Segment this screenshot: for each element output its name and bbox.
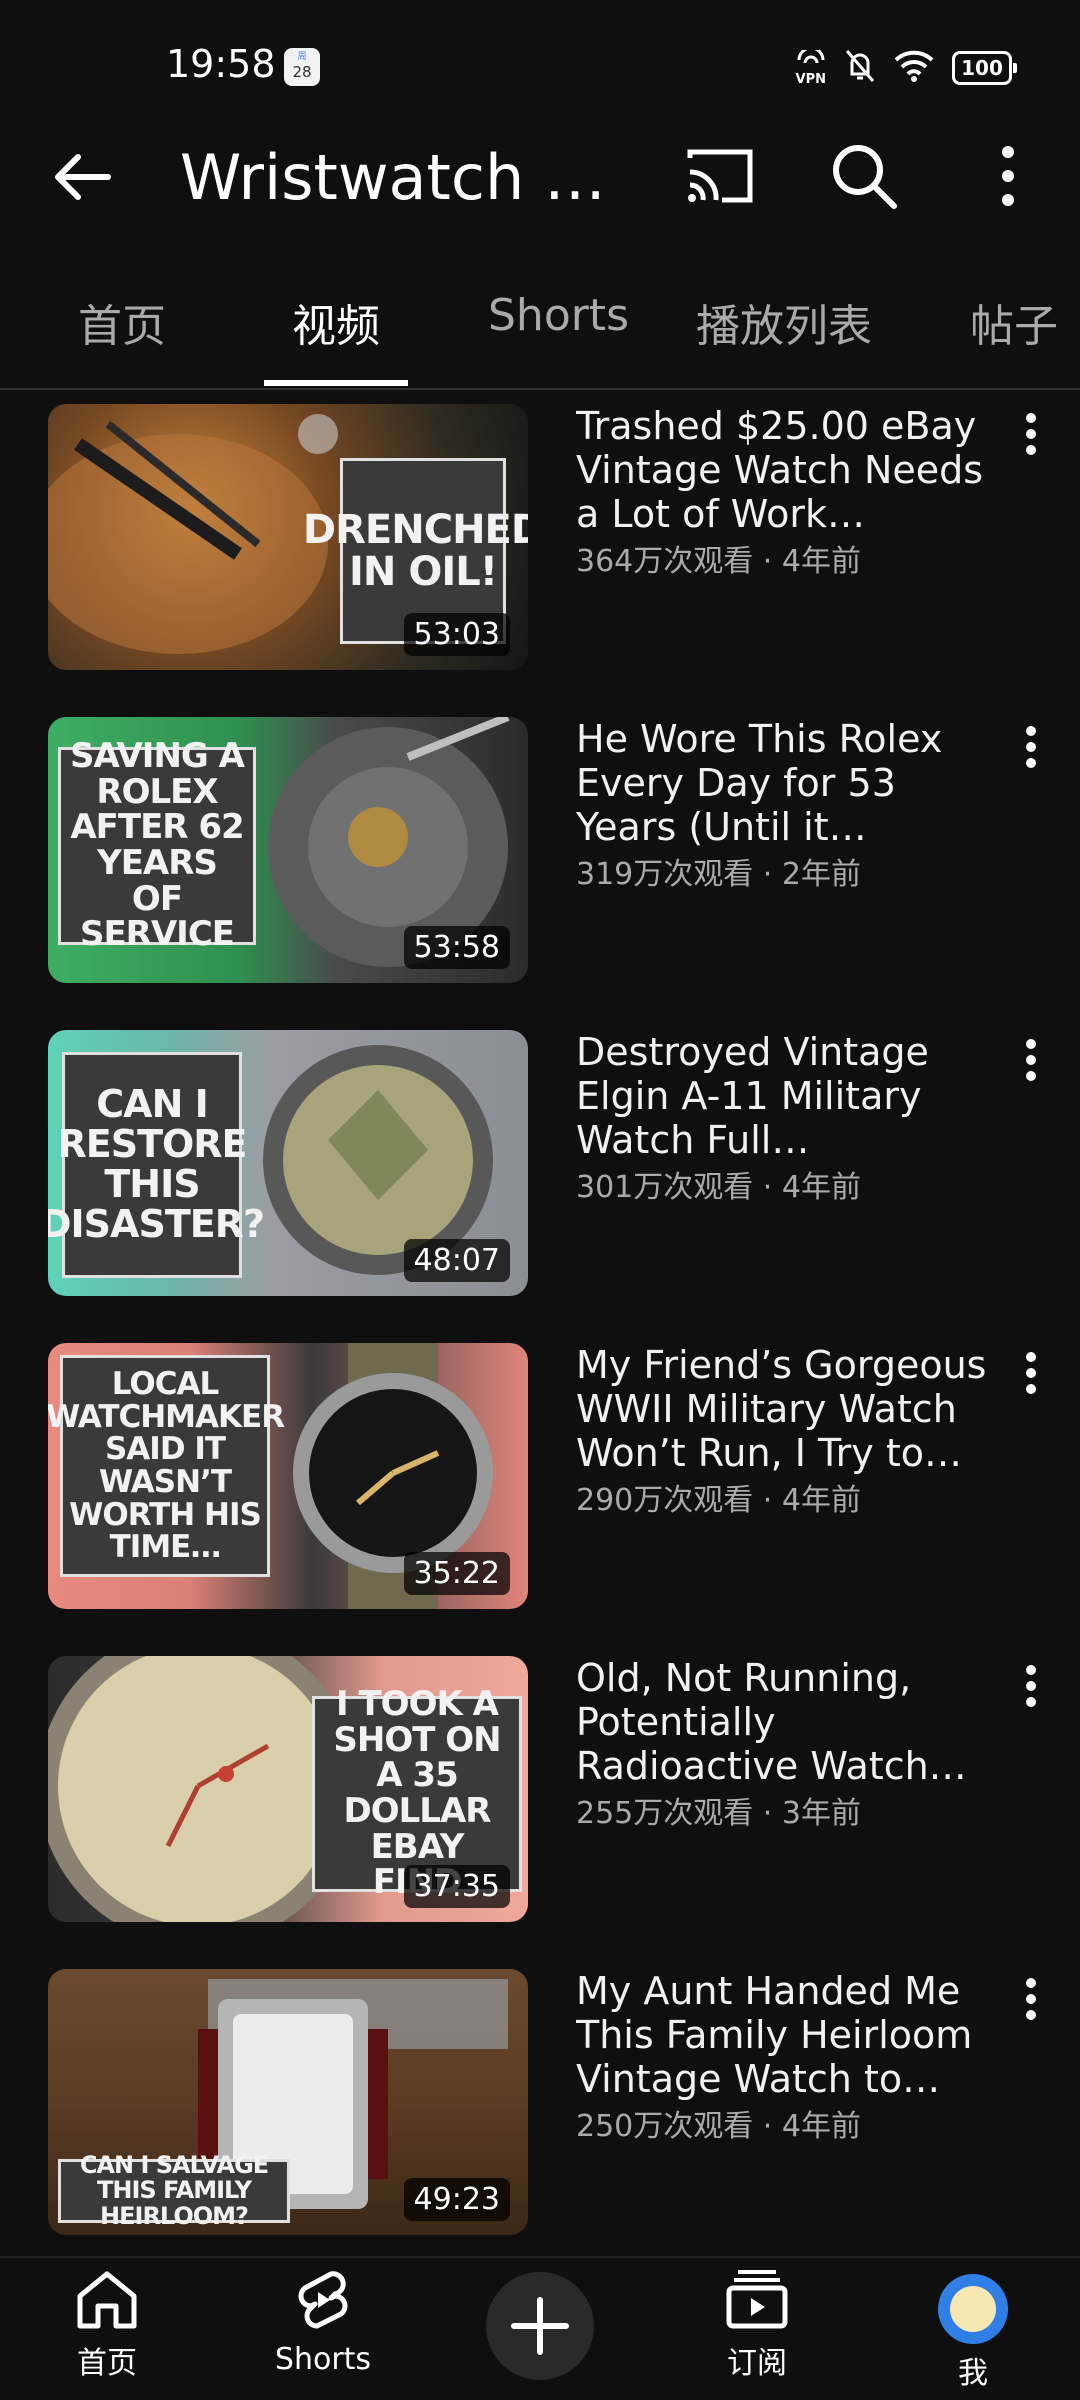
video-item[interactable]: CAN I SALVAGE THIS FAMILY HEIRLOOM? 49:2… xyxy=(0,1957,1080,2235)
thumbnail-caption: LOCAL WATCHMAKER SAID IT WASN’T WORTH HI… xyxy=(48,1355,285,1577)
home-icon xyxy=(74,2271,140,2334)
video-item[interactable]: SAVING A ROLEX AFTER 62 YEARS OF SERVICE… xyxy=(0,705,1080,983)
video-title[interactable]: He Wore This Rolex Every Day for 53 Year… xyxy=(576,717,996,849)
video-duration: 37:35 xyxy=(403,1865,510,1908)
video-title[interactable]: My Friend’s Gorgeous WWII Military Watch… xyxy=(576,1343,996,1475)
calendar-label: 周 xyxy=(297,52,307,62)
app-bar: Wristwatch R… xyxy=(0,120,1080,230)
subscriptions-icon xyxy=(724,2270,790,2334)
video-thumbnail[interactable]: CAN I SALVAGE THIS FAMILY HEIRLOOM? 49:2… xyxy=(48,1969,528,2235)
wifi-icon xyxy=(894,50,934,86)
video-meta: 319万次观看 · 2年前 xyxy=(576,857,861,892)
thumbnail-caption: CAN I RESTORE THIS DISASTER? xyxy=(48,1052,265,1278)
avatar xyxy=(938,2274,1008,2344)
video-meta: 255万次观看 · 3年前 xyxy=(576,1796,861,1831)
more-vert-icon[interactable] xyxy=(1016,1973,1046,2033)
tab-home[interactable]: 首页 xyxy=(78,290,166,354)
tab-posts[interactable]: 帖子 xyxy=(970,290,1058,354)
video-meta: 364万次观看 · 4年前 xyxy=(576,544,861,579)
shorts-icon xyxy=(293,2271,353,2338)
active-tab-indicator xyxy=(264,380,408,386)
video-meta: 301万次观看 · 4年前 xyxy=(576,1170,861,1205)
nav-you[interactable]: 我 xyxy=(898,2268,1048,2392)
nav-shorts-label: Shorts xyxy=(274,2342,372,2377)
more-vert-icon[interactable] xyxy=(990,142,1026,210)
video-title[interactable]: Trashed $25.00 eBay Vintage Watch Needs … xyxy=(576,404,996,536)
more-vert-icon[interactable] xyxy=(1016,408,1046,468)
cast-icon[interactable] xyxy=(684,144,756,208)
video-title[interactable]: Destroyed Vintage Elgin A-11 Military Wa… xyxy=(576,1030,996,1162)
plus-icon xyxy=(486,2297,594,2384)
channel-tabs: 首页 视频 Shorts 播放列表 帖子 xyxy=(0,260,1080,390)
video-thumbnail[interactable]: SAVING A ROLEX AFTER 62 YEARS OF SERVICE… xyxy=(48,717,528,983)
bell-muted-icon xyxy=(844,48,876,88)
video-duration: 49:23 xyxy=(403,2178,510,2221)
calendar-icon: 周 28 xyxy=(284,48,320,86)
tab-playlists[interactable]: 播放列表 xyxy=(696,290,872,354)
tab-shorts[interactable]: Shorts xyxy=(488,290,629,341)
more-vert-icon[interactable] xyxy=(1016,1034,1046,1094)
nav-shorts[interactable]: Shorts xyxy=(248,2268,398,2377)
vpn-icon: VPN xyxy=(795,49,826,87)
video-thumbnail[interactable]: I TOOK A SHOT ON A 35 DOLLAR EBAY FIND 3… xyxy=(48,1656,528,1922)
nav-subscriptions[interactable]: 订阅 xyxy=(682,2268,832,2382)
channel-title: Wristwatch R… xyxy=(180,141,620,214)
video-meta: 290万次观看 · 4年前 xyxy=(576,1483,861,1518)
thumbnail-caption: CAN I SALVAGE THIS FAMILY HEIRLOOM? xyxy=(58,2153,290,2228)
status-bar: 19:58 周 28 VPN 100 xyxy=(0,0,1080,130)
video-title[interactable]: My Aunt Handed Me This Family Heirloom V… xyxy=(576,1969,996,2101)
search-icon[interactable] xyxy=(830,142,898,210)
video-thumbnail[interactable]: CAN I RESTORE THIS DISASTER? 48:07 xyxy=(48,1030,528,1296)
status-icons: VPN 100 xyxy=(795,46,1017,90)
video-duration: 35:22 xyxy=(403,1552,510,1595)
video-list: DRENCHED IN OIL! 53:03 Trashed $25.00 eB… xyxy=(0,392,1080,2252)
battery-icon: 100 xyxy=(952,51,1017,85)
video-duration: 53:58 xyxy=(403,926,510,969)
create-button[interactable] xyxy=(486,2272,594,2380)
vpn-label: VPN xyxy=(795,71,826,87)
calendar-day: 28 xyxy=(292,63,312,81)
thumbnail-caption: SAVING A ROLEX AFTER 62 YEARS OF SERVICE xyxy=(58,738,256,952)
nav-home-label: 首页 xyxy=(77,2346,137,2381)
video-thumbnail[interactable]: LOCAL WATCHMAKER SAID IT WASN’T WORTH HI… xyxy=(48,1343,528,1609)
video-duration: 53:03 xyxy=(403,613,510,656)
video-item[interactable]: I TOOK A SHOT ON A 35 DOLLAR EBAY FIND 3… xyxy=(0,1644,1080,1922)
bottom-nav: 首页 Shorts 订阅 我 xyxy=(0,2256,1080,2400)
video-duration: 48:07 xyxy=(403,1239,510,1282)
video-meta: 250万次观看 · 4年前 xyxy=(576,2109,861,2144)
back-arrow-icon[interactable] xyxy=(50,145,114,209)
tab-videos[interactable]: 视频 xyxy=(292,290,380,354)
nav-subscriptions-label: 订阅 xyxy=(727,2346,787,2381)
status-time: 19:58 xyxy=(166,42,276,86)
more-vert-icon[interactable] xyxy=(1016,721,1046,781)
nav-home[interactable]: 首页 xyxy=(32,2268,182,2382)
video-item[interactable]: DRENCHED IN OIL! 53:03 Trashed $25.00 eB… xyxy=(0,392,1080,670)
video-title[interactable]: Old, Not Running, Potentially Radioactiv… xyxy=(576,1656,996,1788)
video-item[interactable]: CAN I RESTORE THIS DISASTER? 48:07 Destr… xyxy=(0,1018,1080,1296)
video-thumbnail[interactable]: DRENCHED IN OIL! 53:03 xyxy=(48,404,528,670)
more-vert-icon[interactable] xyxy=(1016,1660,1046,1720)
app-root: 19:58 周 28 VPN 100 Wristwatch R… 首页 视频 S… xyxy=(0,0,1080,2400)
thumbnail-caption: I TOOK A SHOT ON A 35 DOLLAR EBAY FIND xyxy=(312,1686,522,1900)
more-vert-icon[interactable] xyxy=(1016,1347,1046,1407)
nav-you-label: 我 xyxy=(958,2356,988,2391)
video-item[interactable]: LOCAL WATCHMAKER SAID IT WASN’T WORTH HI… xyxy=(0,1331,1080,1609)
